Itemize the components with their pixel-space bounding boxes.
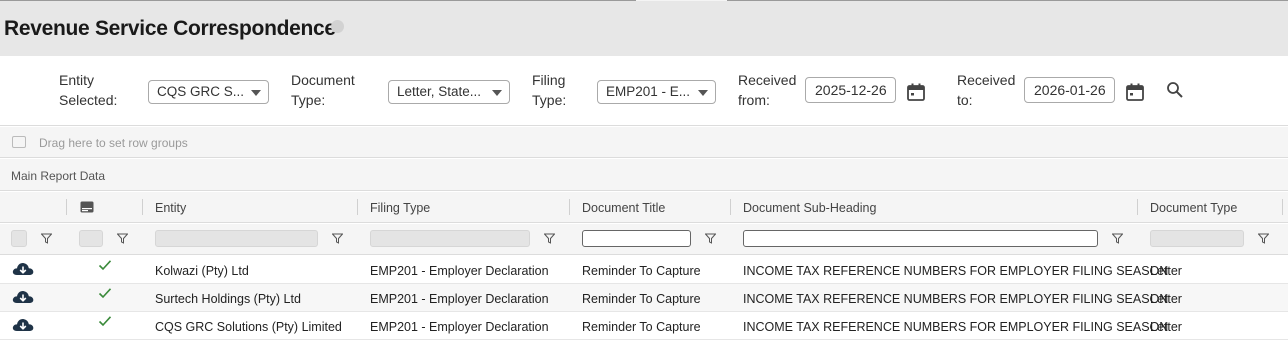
column-separator[interactable] [569,199,570,215]
select-filter-box [11,230,27,247]
entity-label-line1: Entity [59,72,95,88]
check-icon [98,260,112,271]
table-row[interactable]: CQS GRC Solutions (Pty) Limited EMP201 -… [0,312,1288,340]
cell-entity: Kolwazi (Pty) Ltd [155,264,249,278]
entity-select[interactable]: CQS GRC S... [148,80,269,104]
info-icon[interactable] [331,20,344,33]
column-separator[interactable] [1282,199,1283,215]
cell-document-title: Reminder To Capture [582,264,701,278]
document-type-select-value: Letter, State... [397,84,482,99]
download-icon[interactable] [11,288,35,306]
caret-down-icon [251,90,261,96]
document-type-label: Document Type: [291,70,355,110]
cell-document-title: Reminder To Capture [582,320,701,334]
document-type-label-line1: Document [291,72,355,88]
filing-type-select[interactable]: EMP201 - E... [597,80,716,104]
received-from-label-line1: Received [738,72,797,88]
status-filter-box [79,230,103,247]
column-separator [142,199,143,215]
filter-icon[interactable] [41,233,52,244]
cell-document-type: Letter [1150,264,1182,278]
filter-icon[interactable] [1112,233,1123,244]
cell-document-sub-heading: INCOME TAX REFERENCE NUMBERS FOR EMPLOYE… [743,320,1169,334]
received-to-label-line2: to: [957,92,973,108]
column-header-document-title[interactable]: Document Title [582,201,665,215]
page-title: Revenue Service Correspondence [4,17,336,40]
column-header-document-sub-heading[interactable]: Document Sub-Heading [743,201,876,215]
row-group-hint: Drag here to set row groups [39,136,188,150]
row-group-panel[interactable]: Drag here to set row groups [0,127,1288,158]
report-section-header: Main Report Data [0,159,1288,191]
filing-type-filter-input [370,230,530,247]
table-row[interactable]: Surtech Holdings (Pty) Ltd EMP201 - Empl… [0,284,1288,312]
column-separator [66,199,67,215]
cell-document-sub-heading: INCOME TAX REFERENCE NUMBERS FOR EMPLOYE… [743,292,1169,306]
received-to-label: Received to: [957,70,1015,110]
download-icon[interactable] [11,316,35,334]
filing-type-label-line1: Filing [532,72,566,88]
column-separator[interactable] [1137,199,1138,215]
check-icon [98,288,112,299]
caret-down-icon [698,90,708,96]
check-icon [98,316,112,327]
cell-entity: CQS GRC Solutions (Pty) Limited [155,320,342,334]
filter-icon[interactable] [544,233,555,244]
received-from-label-line2: from: [738,92,770,108]
filter-icon[interactable] [117,233,128,244]
cell-document-title: Reminder To Capture [582,292,701,306]
row-group-icon [12,136,26,148]
column-separator[interactable] [730,199,731,215]
title-bar: Revenue Service Correspondence [0,1,1288,56]
document-sub-heading-filter-input[interactable] [743,230,1098,247]
document-type-select[interactable]: Letter, State... [388,80,510,104]
calendar-icon[interactable] [906,82,926,102]
column-header-entity[interactable]: Entity [155,201,186,215]
column-header-filing-type[interactable]: Filing Type [370,201,430,215]
column-separator[interactable] [357,199,358,215]
filing-type-label-line2: Type: [532,92,567,108]
caret-down-icon [492,90,502,96]
cell-filing-type: EMP201 - Employer Declaration [370,320,549,334]
received-from-date-input[interactable]: 2025-12-26 [805,77,896,103]
column-header-document-type[interactable]: Document Type [1150,201,1237,215]
entity-label: Entity Selected: [59,70,117,110]
cell-document-sub-heading: INCOME TAX REFERENCE NUMBERS FOR EMPLOYE… [743,264,1169,278]
received-from-label: Received from: [738,70,796,110]
entity-select-value: CQS GRC S... [157,84,245,99]
document-type-filter-input [1150,230,1244,247]
document-title-filter-input[interactable] [582,230,691,247]
report-section-title: Main Report Data [11,169,106,183]
entity-filter-input [155,230,318,247]
cell-entity: Surtech Holdings (Pty) Ltd [155,292,301,306]
received-to-label-line1: Received [957,72,1016,88]
cell-filing-type: EMP201 - Employer Declaration [370,264,549,278]
column-panel-icon[interactable] [80,201,94,213]
grid-header-row: Entity Filing Type Document Title Docume… [0,192,1288,223]
filter-bar: Entity Selected: CQS GRC S... Document T… [0,56,1288,126]
received-to-date-input[interactable]: 2026-01-26 [1024,77,1115,103]
search-icon[interactable] [1166,81,1184,99]
entity-label-line2: Selected: [59,92,118,108]
filter-icon[interactable] [705,233,716,244]
cell-document-type: Letter [1150,320,1182,334]
filter-icon[interactable] [1258,233,1269,244]
floating-filter-row [0,224,1288,255]
filing-type-label: Filing Type: [532,70,566,110]
document-type-label-line2: Type: [291,92,326,108]
download-icon[interactable] [11,260,35,278]
filing-type-select-value: EMP201 - E... [606,84,691,99]
calendar-icon[interactable] [1125,82,1145,102]
cell-filing-type: EMP201 - Employer Declaration [370,292,549,306]
table-row[interactable]: Kolwazi (Pty) Ltd EMP201 - Employer Decl… [0,256,1288,284]
filter-icon[interactable] [332,233,343,244]
cell-document-type: Letter [1150,292,1182,306]
